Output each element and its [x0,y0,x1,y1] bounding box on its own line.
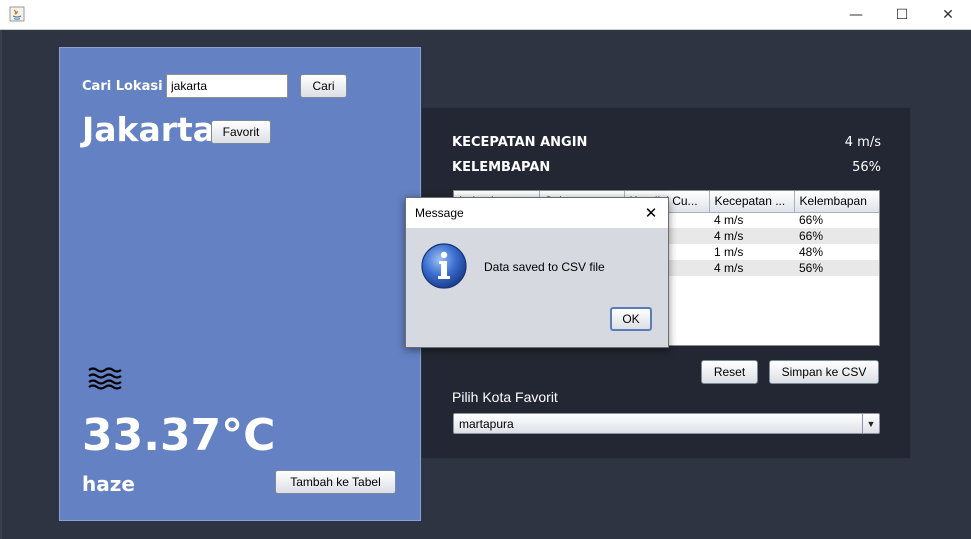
table-cell: 66% [799,213,824,228]
table-cell: 4 m/s [714,213,744,228]
table-cell: 4 m/s [709,260,794,276]
window-titlebar: — ☐ ✕ [0,0,971,30]
window-edge [0,30,2,539]
java-icon [9,6,25,22]
humidity-value: 56% [852,160,881,175]
search-label: Cari Lokasi [82,79,163,94]
humidity-label: KELEMBAPAN [452,160,551,175]
wind-speed-value: 4 m/s [844,135,881,150]
reset-button[interactable]: Reset [701,360,758,384]
table-header-wind[interactable]: Kecepatan ... [709,191,795,213]
dialog-titlebar: Message ✕ [406,198,668,228]
table-cell: 1 m/s [714,245,744,259]
dialog-close-button[interactable]: ✕ [640,202,662,224]
save-csv-button[interactable]: Simpan ke CSV [769,360,879,384]
close-window-button[interactable]: ✕ [925,0,971,30]
table-header-humidity[interactable]: Kelembapan [794,191,879,213]
dialog-message: Data saved to CSV file [484,260,605,274]
favorite-button[interactable]: Favorit [211,120,271,144]
message-dialog: Message ✕ Data saved to CSV file OK [405,197,669,348]
favorite-city-label: Pilih Kota Favorit [452,389,558,405]
table-cell: 66% [794,228,879,244]
search-input[interactable] [166,74,288,98]
current-weather-panel: Cari Lokasi Cari Jakarta Favorit 33.37°C… [59,47,421,521]
minimize-button[interactable]: — [833,0,879,30]
weather-description: haze [82,472,135,496]
search-button[interactable]: Cari [300,74,347,98]
haze-icon [88,367,122,390]
ok-button[interactable]: OK [610,307,652,331]
favorite-city-select[interactable]: martapura ▼ [453,413,880,434]
info-icon [421,243,467,289]
wind-speed-label: KECEPATAN ANGIN [452,135,588,150]
table-cell: 56% [794,260,879,276]
add-to-table-button[interactable]: Tambah ke Tabel [275,470,396,494]
chevron-down-icon[interactable]: ▼ [862,414,879,433]
favorite-city-selected: martapura [459,417,514,431]
maximize-button[interactable]: ☐ [879,0,925,30]
table-cell: 4 m/s [709,228,794,244]
temperature: 33.37°C [82,410,276,461]
table-cell: 48% [799,245,824,259]
city-name: Jakarta [82,110,216,149]
dialog-title: Message [415,206,464,220]
